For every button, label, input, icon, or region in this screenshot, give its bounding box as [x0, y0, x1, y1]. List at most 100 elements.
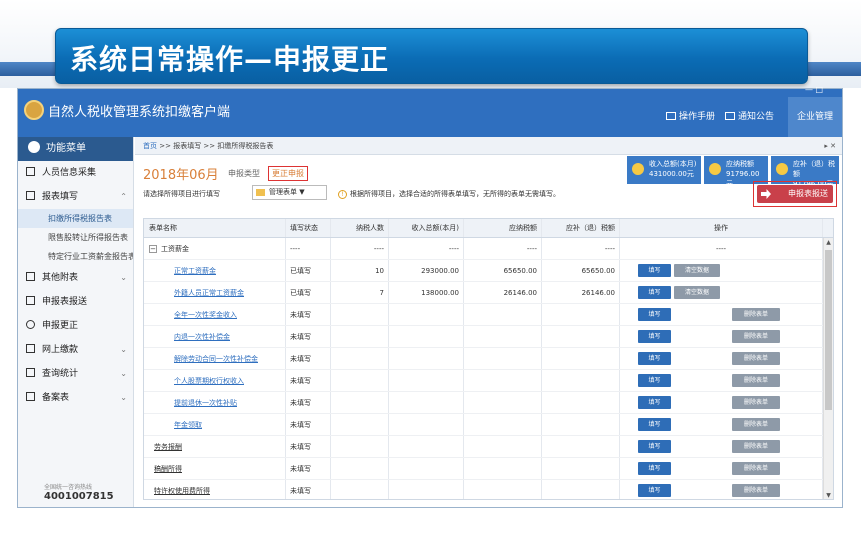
- scroll-up-icon[interactable]: ▲: [824, 238, 833, 247]
- breadcrumb-home[interactable]: 首页: [143, 142, 157, 150]
- manage-forms-select-label: 管理表单 ▼: [269, 188, 305, 196]
- cell-ops: 填写 删除表单: [620, 436, 823, 457]
- cell-tax: [464, 348, 542, 369]
- cell-tax: [464, 458, 542, 479]
- filter-label: 请选择所得项目进行填写: [143, 190, 220, 198]
- slide-title: 系统日常操作—申报更正: [70, 43, 390, 76]
- chevron-up-icon: ⌃: [120, 192, 127, 201]
- delete-form-button[interactable]: 删除表单: [732, 462, 780, 475]
- cell-ops: ----: [620, 238, 823, 259]
- scroll-down-icon[interactable]: ▼: [824, 491, 833, 499]
- cell-status: 未填写: [286, 304, 331, 325]
- table-row: 全年一次性奖金收入 未填写 填写 删除表单: [144, 304, 833, 326]
- sidebar-item-other-attachments[interactable]: 其他附表 ⌄: [18, 266, 133, 290]
- table-row: 正常工资薪金 已填写 10 293000.00 65650.00 65650.00 填写 清空…: [144, 260, 833, 282]
- fill-button[interactable]: 填写: [638, 330, 671, 343]
- sidebar-item-label: 申报表报送: [42, 297, 88, 307]
- table-row: 劳务报酬 未填写 填写 删除表单: [144, 436, 833, 458]
- sidebar-item-correction[interactable]: 申报更正: [18, 314, 133, 338]
- cell-ops: 填写 删除表单: [620, 370, 823, 391]
- cell-ops: 填写 清空数据: [620, 260, 823, 281]
- manage-forms-select[interactable]: 管理表单 ▼: [252, 185, 327, 200]
- delete-form-button[interactable]: 删除表单: [732, 396, 780, 409]
- fill-button[interactable]: 填写: [638, 264, 671, 277]
- fill-button[interactable]: 填写: [638, 374, 671, 387]
- app-window: 自然人税收管理系统扣缴客户端 操作手册 通知公告 企业管理 — □ 功能菜单 人…: [17, 85, 843, 508]
- cell-ops: 填写 删除表单: [620, 392, 823, 413]
- fill-button[interactable]: 填写: [638, 396, 671, 409]
- delete-form-button[interactable]: 删除表单: [732, 418, 780, 431]
- forms-table: 表单名称 填写状态 纳税人数 收入总额(本月) 应纳税额 应补（退）税额 操作 …: [143, 218, 834, 500]
- cell-ops: 填写 删除表单: [620, 348, 823, 369]
- sidebar-item-submit[interactable]: 申报表报送: [18, 290, 133, 314]
- fill-button[interactable]: 填写: [638, 418, 671, 431]
- cell-status: 未填写: [286, 458, 331, 479]
- enterprise-manage-button[interactable]: 企业管理: [788, 97, 842, 137]
- cell-form-name: 提前退休一次性补贴: [144, 392, 286, 413]
- form-name-link[interactable]: 外籍人员正常工资薪金: [174, 289, 244, 297]
- form-name-link[interactable]: 特许权使用费所得: [154, 487, 210, 495]
- sidebar-subitem-special-industry[interactable]: 特定行业工资薪金报告表: [18, 247, 133, 266]
- cell-income: 293000.00: [389, 260, 464, 281]
- tab-controls[interactable]: ▸ ✕: [824, 137, 836, 155]
- delete-form-button[interactable]: 删除表单: [732, 308, 780, 321]
- window-controls[interactable]: — □: [805, 85, 823, 94]
- cell-ops: 填写 删除表单: [620, 326, 823, 347]
- form-name-link[interactable]: 全年一次性奖金收入: [174, 311, 237, 319]
- record-icon: [26, 392, 35, 401]
- submit-highlight: 申报表报送: [753, 181, 837, 207]
- cell-form-name: 外籍人员正常工资薪金: [144, 282, 286, 303]
- notice-link[interactable]: 通知公告: [725, 109, 774, 122]
- form-name-link[interactable]: 劳务报酬: [154, 443, 182, 451]
- delete-form-button[interactable]: 删除表单: [732, 330, 780, 343]
- chevron-down-icon: ⌄: [120, 345, 127, 354]
- clear-data-button[interactable]: 清空数据: [674, 264, 720, 277]
- scroll-thumb[interactable]: [825, 250, 832, 410]
- cell-income: [389, 348, 464, 369]
- folder-icon: [256, 189, 265, 196]
- delete-form-button[interactable]: 删除表单: [732, 484, 780, 497]
- cell-tax: [464, 414, 542, 435]
- sidebar-subitem-restricted-stock[interactable]: 限售股转让所得报告表: [18, 228, 133, 247]
- fill-button[interactable]: 填写: [638, 308, 671, 321]
- cell-tax: [464, 370, 542, 391]
- fill-button[interactable]: 填写: [638, 440, 671, 453]
- sidebar-item-record[interactable]: 备案表 ⌄: [18, 386, 133, 410]
- cell-form-name: 稿酬所得: [144, 458, 286, 479]
- submit-report-button[interactable]: 申报表报送: [757, 185, 833, 203]
- clear-data-button[interactable]: 清空数据: [674, 286, 720, 299]
- form-name-link[interactable]: 年金领取: [174, 421, 202, 429]
- delete-form-button[interactable]: 删除表单: [732, 440, 780, 453]
- cell-income: [389, 370, 464, 391]
- cell-refund: 65650.00: [542, 260, 620, 281]
- main-content: 首页 >> 报表填写 >> 扣缴所得税报告表 ▸ ✕ 2018年06月 申报类型…: [135, 137, 842, 507]
- form-name-link[interactable]: 内退一次性补偿金: [174, 333, 230, 341]
- manual-link[interactable]: 操作手册: [666, 109, 715, 122]
- sidebar-item-form-fill[interactable]: 报表填写 ⌃: [18, 185, 133, 209]
- sidebar-item-stats[interactable]: 查询统计 ⌄: [18, 362, 133, 386]
- col-header-tax: 应纳税额: [464, 219, 542, 237]
- sidebar-item-person-info[interactable]: 人员信息采集: [18, 161, 133, 185]
- fill-button[interactable]: 填写: [638, 484, 671, 497]
- fill-button[interactable]: 填写: [638, 352, 671, 365]
- delete-form-button[interactable]: 删除表单: [732, 352, 780, 365]
- form-name-link[interactable]: 提前退休一次性补贴: [174, 399, 237, 407]
- cell-count: [331, 480, 389, 499]
- form-name-link[interactable]: 解除劳动合同一次性补偿金: [174, 355, 258, 363]
- delete-form-button[interactable]: 删除表单: [732, 374, 780, 387]
- collapse-icon[interactable]: −: [149, 245, 157, 253]
- cell-income: [389, 326, 464, 347]
- app-header: 自然人税收管理系统扣缴客户端 操作手册 通知公告 企业管理 — □: [18, 85, 842, 137]
- fill-button[interactable]: 填写: [638, 286, 671, 299]
- fill-button[interactable]: 填写: [638, 462, 671, 475]
- form-name-link[interactable]: 正常工资薪金: [174, 267, 216, 275]
- period-type-label: 申报类型: [228, 169, 260, 178]
- table-scrollbar[interactable]: ▲ ▼: [823, 238, 833, 499]
- cell-refund: [542, 326, 620, 347]
- form-name-link[interactable]: 稿酬所得: [154, 465, 182, 473]
- sidebar-subitem-withholding-report[interactable]: 扣缴所得税报告表: [18, 209, 133, 228]
- form-name-link[interactable]: 个人股票期权行权收入: [174, 377, 244, 385]
- sidebar-item-payment[interactable]: 网上缴款 ⌄: [18, 338, 133, 362]
- cell-count: 7: [331, 282, 389, 303]
- cell-refund: [542, 436, 620, 457]
